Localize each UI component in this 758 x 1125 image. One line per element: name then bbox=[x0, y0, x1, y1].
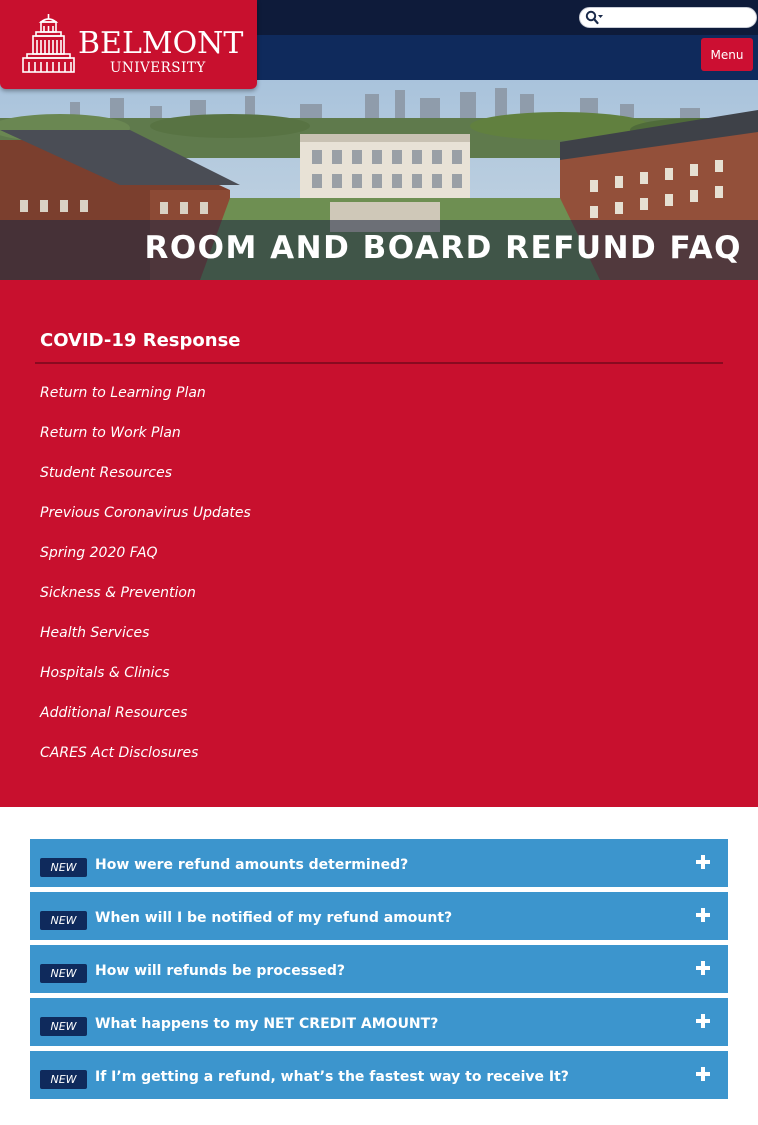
faq-accordion-item[interactable]: NEW When will I be notified of my refund… bbox=[30, 892, 728, 942]
new-badge: NEW bbox=[40, 911, 87, 930]
faq-accordion-item[interactable]: NEW What happens to my NET CREDIT AMOUNT… bbox=[30, 998, 728, 1048]
new-badge: NEW bbox=[40, 1017, 87, 1036]
covid-link-health-services[interactable]: Health Services bbox=[40, 625, 149, 641]
belmont-tower-logo bbox=[22, 14, 75, 73]
covid-response-panel bbox=[0, 280, 758, 807]
covid-link-sickness-prevention[interactable]: Sickness & Prevention bbox=[40, 585, 196, 601]
new-badge: NEW bbox=[40, 1070, 87, 1089]
faq-question[interactable]: What happens to my NET CREDIT AMOUNT? bbox=[95, 1016, 438, 1032]
covid-link-cares-act[interactable]: CARES Act Disclosures bbox=[40, 745, 198, 761]
plus-icon[interactable] bbox=[695, 960, 711, 976]
plus-icon[interactable] bbox=[695, 907, 711, 923]
faq-question[interactable]: If I’m getting a refund, what’s the fast… bbox=[95, 1069, 569, 1085]
faq-question[interactable]: How will refunds be processed? bbox=[95, 963, 345, 979]
covid-heading: COVID-19 Response bbox=[40, 330, 241, 351]
faq-accordion-item[interactable]: NEW How will refunds be processed? bbox=[30, 945, 728, 995]
search-icon[interactable] bbox=[584, 9, 604, 26]
covid-link-return-to-learning[interactable]: Return to Learning Plan bbox=[40, 385, 206, 401]
faq-accordion-item[interactable]: NEW If I’m getting a refund, what’s the … bbox=[30, 1051, 728, 1101]
faq-question[interactable]: When will I be notified of my refund amo… bbox=[95, 910, 452, 926]
faq-question[interactable]: How were refund amounts determined? bbox=[95, 857, 408, 873]
page-title: ROOM AND BOARD REFUND FAQ bbox=[144, 230, 742, 266]
logo-subtitle: UNIVERSITY bbox=[110, 60, 206, 76]
menu-button[interactable]: Menu bbox=[701, 38, 753, 71]
faq-accordion-item[interactable]: NEW How were refund amounts determined? bbox=[30, 839, 728, 889]
plus-icon[interactable] bbox=[695, 1013, 711, 1029]
covid-link-spring-faq[interactable]: Spring 2020 FAQ bbox=[40, 545, 158, 561]
new-badge: NEW bbox=[40, 858, 87, 877]
plus-icon[interactable] bbox=[695, 1066, 711, 1082]
university-logo[interactable]: BELMONT UNIVERSITY bbox=[0, 0, 257, 89]
new-badge: NEW bbox=[40, 964, 87, 983]
covid-link-previous-updates[interactable]: Previous Coronavirus Updates bbox=[40, 505, 251, 521]
search-input[interactable] bbox=[606, 9, 752, 26]
covid-link-hospitals-clinics[interactable]: Hospitals & Clinics bbox=[40, 665, 170, 681]
covid-link-student-resources[interactable]: Student Resources bbox=[40, 465, 172, 481]
divider bbox=[35, 362, 723, 364]
covid-link-additional-resources[interactable]: Additional Resources bbox=[40, 705, 187, 721]
plus-icon[interactable] bbox=[695, 854, 711, 870]
logo-wordmark: BELMONT bbox=[78, 26, 244, 61]
covid-link-return-to-work[interactable]: Return to Work Plan bbox=[40, 425, 181, 441]
